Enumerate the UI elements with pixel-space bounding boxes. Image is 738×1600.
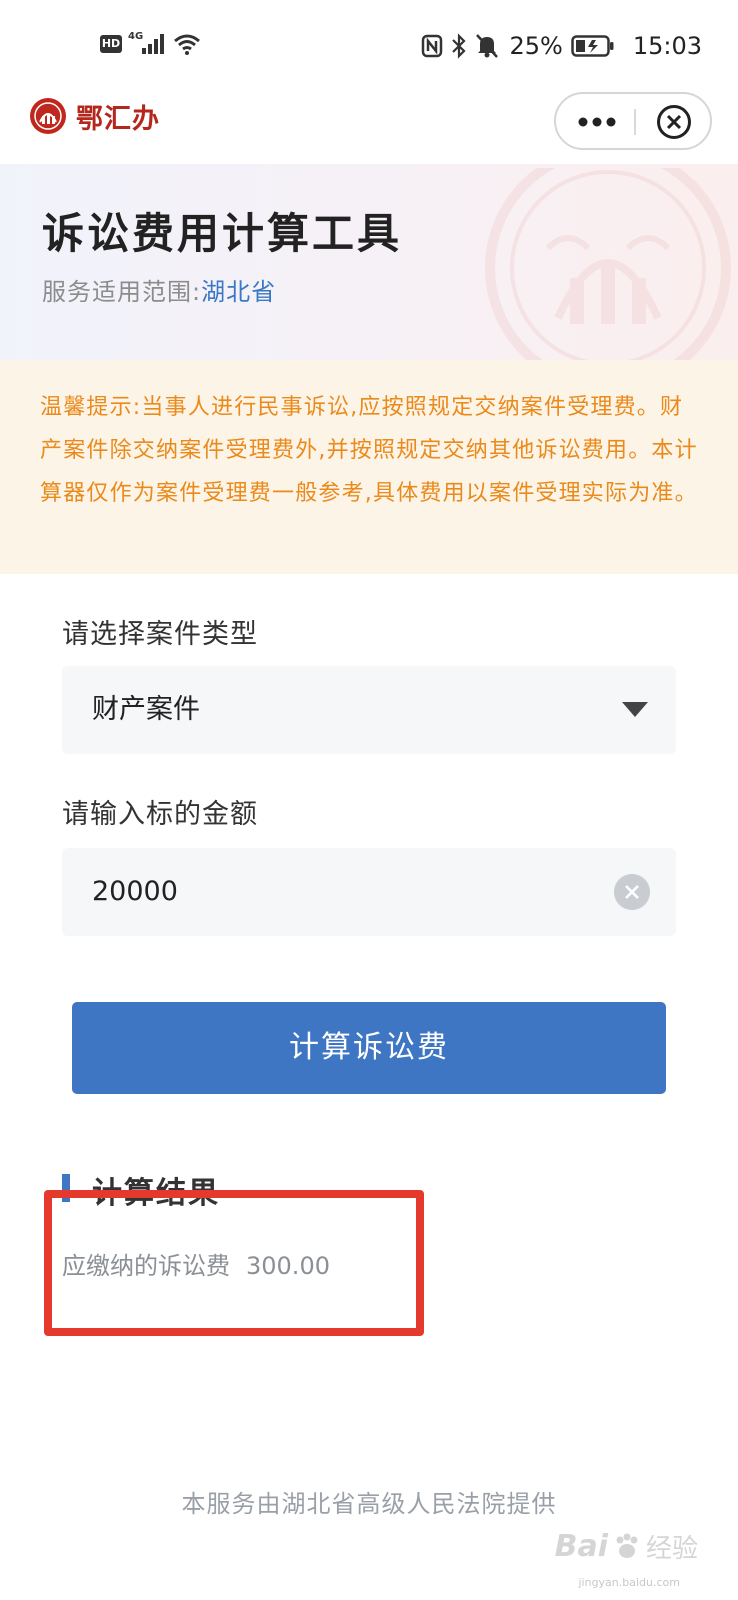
calculate-button[interactable]: 计算诉讼费 [72,1002,666,1094]
page-title: 诉讼费用计算工具 [42,209,403,258]
app-name: 鄂汇办 [76,103,160,135]
nfc-icon [422,34,443,58]
clear-input-icon[interactable] [614,874,650,910]
close-circle-icon[interactable] [656,104,692,140]
case-type-value: 财产案件 [92,694,200,725]
watermark-url: jingyan.baidu.com [578,1576,680,1589]
signal-icon: 4G [128,31,164,54]
app-header: 鄂汇办 [0,92,738,164]
service-scope: 服务适用范围:湖北省 [42,272,276,307]
battery-icon [571,35,614,57]
mini-program-capsule [554,92,712,150]
paw-icon [616,1533,638,1558]
fee-label: 应缴纳的诉讼费 [62,1252,230,1280]
case-type-label: 请选择案件类型 [62,619,258,650]
service-scope-value: 湖北省 [201,278,277,306]
hd-icon: HD [100,35,122,53]
amount-input[interactable]: 20000 [62,848,676,936]
court-emblem-watermark-icon [485,168,731,360]
capsule-divider [634,109,636,135]
provider-footer: 本服务由湖北省高级人民法院提供 [181,1490,557,1518]
status-right: 25% 15:03 [421,28,702,64]
app-logo: 鄂汇办 [28,96,160,136]
status-bar: HD 4G 25% 15:03 [0,0,738,92]
notice-text: 温馨提示:当事人进行民事诉讼,应按照规定交纳案件受理费。财产案件除交纳案件受理费… [40,395,698,506]
hero-banner: 诉讼费用计算工具 服务适用范围:湖北省 [0,164,738,360]
case-type-select[interactable]: 财产案件 [62,666,676,754]
baidu-watermark: Bai 经验 [555,1528,698,1565]
more-dots-icon[interactable] [574,107,620,137]
svg-text:4G: 4G [128,31,143,42]
watermark-suffix: 经验 [645,1534,698,1564]
court-emblem-icon [30,98,66,134]
fee-value: 300.00 [246,1252,330,1280]
mute-icon [476,34,499,58]
amount-label: 请输入标的金额 [62,799,258,830]
service-scope-label: 服务适用范围: [42,278,202,306]
dropdown-arrow-icon [622,702,648,717]
result-row: 应缴纳的诉讼费 300.00 [62,1246,330,1281]
notice-panel: 温馨提示:当事人进行民事诉讼,应按照规定交纳案件受理费。财产案件除交纳案件受理费… [0,360,738,574]
battery-percent: 25% [509,32,563,60]
clock: 15:03 [632,32,702,60]
amount-value: 20000 [92,876,178,907]
watermark-brand: Bai [554,1529,608,1564]
wifi-icon [174,34,200,55]
bluetooth-icon [452,33,467,59]
result-title-accent [62,1174,70,1202]
result-title: 计算结果 [92,1176,220,1211]
